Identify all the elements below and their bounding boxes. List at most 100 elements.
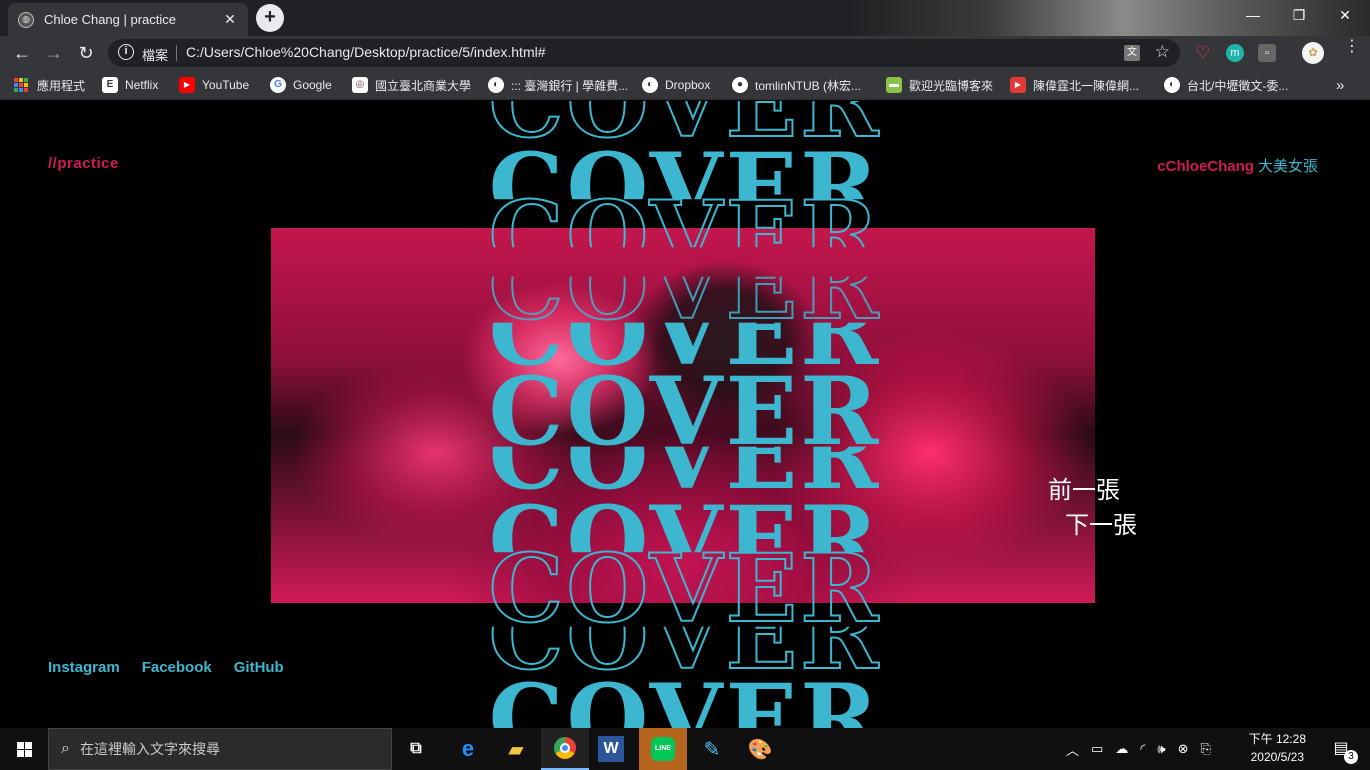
search-placeholder: 在這裡輸入文字來搜尋 [79, 741, 220, 757]
address-bar[interactable]: i 檔案 C:/Users/Chloe%20Chang/Desktop/prac… [108, 39, 1180, 67]
browser-toolbar: ← → ↻ i 檔案 C:/Users/Chloe%20Chang/Deskto… [0, 36, 1370, 70]
pen-app-icon[interactable]: ✎ [696, 733, 728, 765]
cloud-icon[interactable]: ☁ [1115, 741, 1128, 757]
bookmark-label: Google [293, 78, 332, 92]
bookmark-youtube[interactable]: ▶ YouTube [179, 76, 249, 94]
bookmark-dropbox[interactable]: ◐ Dropbox [642, 76, 710, 94]
globe-icon: ◐ [642, 77, 658, 93]
back-button[interactable]: ← [10, 41, 34, 65]
netflix-icon: E [102, 77, 118, 93]
cover-word: COVER [488, 534, 882, 644]
apps-grid-icon [14, 78, 28, 92]
site-brand-link[interactable]: //practice [48, 155, 119, 172]
url-text[interactable]: C:/Users/Chloe%20Chang/Desktop/practice/… [186, 44, 546, 60]
bookmark-label: 國立臺北商業大學 [375, 78, 472, 93]
clock-time: 下午 12:28 [1248, 732, 1306, 746]
bookmark-netflix[interactable]: E Netflix [102, 76, 158, 94]
globe-icon: ◐ [1164, 77, 1180, 93]
window-maximize-button[interactable]: ❐ [1276, 0, 1322, 30]
previous-slide-button[interactable]: 前一張 [1048, 473, 1137, 508]
wifi-icon[interactable]: ◜ [1140, 741, 1145, 757]
tray-expand-icon[interactable]: ︿ [1066, 740, 1079, 759]
globe-icon: ◐ [488, 77, 504, 93]
bookmark-label: 陳偉霆北一陳偉網... [1033, 78, 1140, 93]
bookmark-label: YouTube [202, 78, 250, 92]
line-icon[interactable]: LINE [639, 728, 687, 770]
windows-taskbar: ⌕ 在這裡輸入文字來搜尋 ⧉ e ▰ W LINE ✎ 🎨 ︿ ▭ ☁ ◜ 🕪 … [0, 728, 1370, 770]
bookmarks-overflow-button[interactable]: » [1336, 76, 1344, 94]
translate-icon[interactable]: 文 [1124, 45, 1140, 61]
system-tray: ︿ ▭ ☁ ◜ 🕪 ⊗ ⎘ [1066, 728, 1211, 770]
file-explorer-icon[interactable]: ▰ [500, 733, 532, 765]
word-icon[interactable]: W [598, 736, 624, 762]
omnibox-divider [176, 45, 177, 61]
square-extension-icon[interactable]: ▫ [1258, 44, 1276, 62]
battery-icon[interactable]: ▭ [1091, 741, 1103, 757]
heart-extension-icon[interactable]: ♡ [1194, 44, 1212, 62]
bookmark-books[interactable]: ▬ 歡迎光臨博客來 [886, 76, 993, 94]
bookmark-apps[interactable]: 應用程式 [14, 76, 85, 94]
bookmark-bank[interactable]: ◐ ::: 臺灣銀行 | 學雜費... [488, 76, 628, 94]
tab-close-icon[interactable]: ✕ [222, 11, 238, 28]
start-button[interactable] [0, 728, 48, 770]
author-alias: 大美女張 [1257, 158, 1318, 175]
clock-date: 2020/5/23 [1250, 750, 1304, 764]
bookmark-label: 歡迎光臨博客來 [909, 78, 994, 93]
taskbar-clock[interactable]: 下午 12:28 2020/5/23 [1249, 730, 1306, 766]
profile-avatar-icon[interactable]: ✿ [1302, 42, 1324, 64]
facebook-link[interactable]: Facebook [142, 659, 212, 676]
bookmark-label: Dropbox [665, 78, 711, 92]
browser-tab[interactable]: ◍ Chloe Chang | practice ✕ [8, 3, 248, 36]
bookmark-ntub[interactable]: ◎ 國立臺北商業大學 [352, 76, 471, 94]
taskbar-search[interactable]: ⌕ 在這裡輸入文字來搜尋 [48, 728, 392, 770]
m-extension-icon[interactable]: m [1226, 44, 1244, 62]
web-page: COVER COVER COVER COVER COVER COVER COVE… [0, 101, 1370, 728]
bookmark-star-icon[interactable]: ☆ [1155, 42, 1170, 62]
social-links: Instagram Facebook GitHub [48, 659, 284, 676]
search-icon: ⌕ [61, 740, 70, 757]
bookmark-google[interactable]: G Google [270, 76, 332, 94]
menu-kebab-icon[interactable]: ⋮ [1344, 39, 1360, 55]
scheme-label: 檔案 [142, 48, 169, 63]
forward-button[interactable]: → [42, 41, 66, 65]
slide-navigation: 前一張 下一張 [1048, 473, 1137, 543]
bookmark-video[interactable]: ▶ 陳偉霆北一陳偉網... [1010, 76, 1139, 94]
bookmark-label: Netflix [125, 78, 159, 92]
google-icon: G [270, 77, 286, 93]
instagram-link[interactable]: Instagram [48, 659, 120, 676]
notification-badge: 3 [1344, 750, 1358, 764]
bookmark-label: 台北/中壢徵文-委... [1187, 78, 1289, 93]
browser-titlebar: ◍ Chloe Chang | practice ✕ + — ❐ ✕ [0, 0, 1370, 36]
bookmark-label: 應用程式 [37, 78, 86, 93]
cover-word: COVER [488, 664, 882, 728]
youtube-icon: ▶ [179, 77, 195, 93]
author-name[interactable]: cChloeChang 大美女張 [1157, 155, 1318, 176]
tab-title: Chloe Chang | practice [44, 12, 177, 27]
new-tab-button[interactable]: + [256, 4, 284, 32]
window-minimize-button[interactable]: — [1230, 0, 1276, 30]
github-icon: ● [732, 77, 748, 93]
reload-button[interactable]: ↻ [74, 41, 98, 65]
bookmarks-bar: 應用程式 E Netflix ▶ YouTube G Google ◎ 國立臺北… [0, 70, 1370, 100]
cover-word: COVER [488, 357, 882, 467]
site-info-icon[interactable]: i [118, 44, 134, 60]
bookmark-taipei[interactable]: ◐ 台北/中壢徵文-委... [1164, 76, 1288, 94]
close-circle-icon[interactable]: ⊗ [1178, 741, 1189, 757]
bookmark-label: tomlinNTUB (林宏... [755, 78, 862, 93]
windows-logo-icon [16, 741, 32, 757]
author-handle: cChloeChang [1157, 158, 1254, 175]
next-slide-button[interactable]: 下一張 [1048, 508, 1137, 543]
cover-word: COVER [488, 231, 882, 341]
github-link[interactable]: GitHub [234, 659, 284, 676]
chrome-icon[interactable] [541, 728, 589, 770]
task-view-icon[interactable]: ⧉ [400, 733, 432, 765]
ntub-icon: ◎ [352, 77, 368, 93]
volume-icon[interactable]: 🕪 [1157, 741, 1165, 757]
window-close-button[interactable]: ✕ [1322, 0, 1368, 30]
paint-icon[interactable]: 🎨 [744, 733, 776, 765]
bookmark-github-tomlin[interactable]: ● tomlinNTUB (林宏... [732, 76, 861, 94]
edge-icon[interactable]: e [452, 733, 484, 765]
ime-icon[interactable]: ⎘ [1200, 741, 1210, 757]
notification-center-icon[interactable]: ▤ 3 [1330, 738, 1358, 764]
video-icon: ▶ [1010, 77, 1026, 93]
